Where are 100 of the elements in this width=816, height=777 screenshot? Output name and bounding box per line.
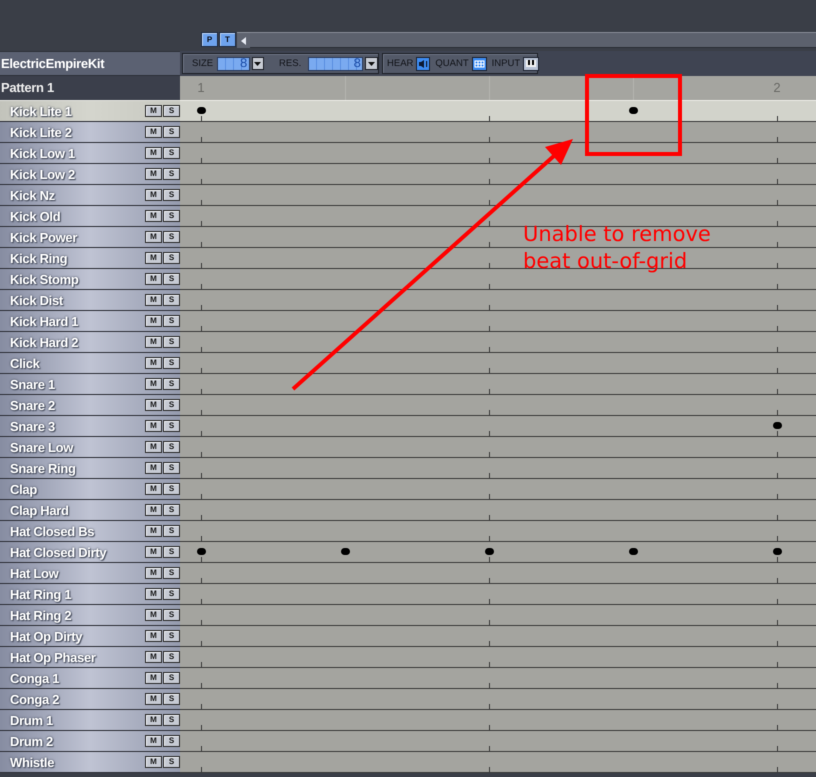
solo-button[interactable]: S bbox=[163, 609, 180, 621]
track-header[interactable]: Snare 1 M S bbox=[0, 374, 180, 395]
track-header[interactable]: Kick Low 2 M S bbox=[0, 164, 180, 185]
track-header[interactable]: Drum 2 M S bbox=[0, 731, 180, 752]
solo-button[interactable]: S bbox=[163, 105, 180, 117]
track-header[interactable]: Hat Ring 2 M S bbox=[0, 605, 180, 626]
mute-button[interactable]: M bbox=[145, 105, 162, 117]
solo-button[interactable]: S bbox=[163, 441, 180, 453]
pattern-row[interactable] bbox=[180, 605, 816, 626]
solo-button[interactable]: S bbox=[163, 294, 180, 306]
mute-button[interactable]: M bbox=[145, 357, 162, 369]
mute-button[interactable]: M bbox=[145, 252, 162, 264]
track-header[interactable]: Kick Lite 1 M S bbox=[0, 101, 180, 122]
track-header[interactable]: Clap M S bbox=[0, 479, 180, 500]
track-header[interactable]: Snare 3 M S bbox=[0, 416, 180, 437]
view-button[interactable]: T bbox=[219, 32, 236, 47]
mute-button[interactable]: M bbox=[145, 273, 162, 285]
track-header[interactable]: Click M S bbox=[0, 353, 180, 374]
solo-button[interactable]: S bbox=[163, 126, 180, 138]
size-dropdown-button[interactable] bbox=[252, 57, 264, 70]
pattern-row[interactable] bbox=[180, 542, 816, 563]
pattern-row[interactable] bbox=[180, 647, 816, 668]
pattern-row[interactable] bbox=[180, 521, 816, 542]
mute-button[interactable]: M bbox=[145, 462, 162, 474]
pattern-row[interactable] bbox=[180, 584, 816, 605]
mute-button[interactable]: M bbox=[145, 378, 162, 390]
pattern-row[interactable] bbox=[180, 332, 816, 353]
track-header[interactable]: Hat Closed Bs M S bbox=[0, 521, 180, 542]
solo-button[interactable]: S bbox=[163, 588, 180, 600]
pattern-row[interactable] bbox=[180, 752, 816, 773]
solo-button[interactable]: S bbox=[163, 378, 180, 390]
pattern-row[interactable] bbox=[180, 500, 816, 521]
track-header[interactable]: Drum 1 M S bbox=[0, 710, 180, 731]
solo-button[interactable]: S bbox=[163, 357, 180, 369]
mute-button[interactable]: M bbox=[145, 315, 162, 327]
solo-button[interactable]: S bbox=[163, 315, 180, 327]
solo-button[interactable]: S bbox=[163, 546, 180, 558]
solo-button[interactable]: S bbox=[163, 504, 180, 516]
solo-button[interactable]: S bbox=[163, 672, 180, 684]
pattern-row[interactable] bbox=[180, 374, 816, 395]
pattern-row[interactable] bbox=[180, 290, 816, 311]
solo-button[interactable]: S bbox=[163, 189, 180, 201]
mute-button[interactable]: M bbox=[145, 735, 162, 747]
track-header[interactable]: Hat Op Phaser M S bbox=[0, 647, 180, 668]
mute-button[interactable]: M bbox=[145, 672, 162, 684]
solo-button[interactable]: S bbox=[163, 756, 180, 768]
solo-button[interactable]: S bbox=[163, 336, 180, 348]
track-header[interactable]: Clap Hard M S bbox=[0, 500, 180, 521]
solo-button[interactable]: S bbox=[163, 273, 180, 285]
mute-button[interactable]: M bbox=[145, 588, 162, 600]
track-header[interactable]: Kick Dist M S bbox=[0, 290, 180, 311]
mute-button[interactable]: M bbox=[145, 126, 162, 138]
solo-button[interactable]: S bbox=[163, 231, 180, 243]
pattern-row[interactable] bbox=[180, 626, 816, 647]
piano-keys-icon[interactable] bbox=[523, 56, 540, 70]
pattern-row[interactable] bbox=[180, 227, 816, 248]
mute-button[interactable]: M bbox=[145, 525, 162, 537]
track-header[interactable]: Kick Nz M S bbox=[0, 185, 180, 206]
pattern-row[interactable] bbox=[180, 101, 816, 122]
pattern-row[interactable] bbox=[180, 311, 816, 332]
pattern-row[interactable] bbox=[180, 143, 816, 164]
solo-button[interactable]: S bbox=[163, 483, 180, 495]
track-header[interactable]: Hat Closed Dirty M S bbox=[0, 542, 180, 563]
solo-button[interactable]: S bbox=[163, 210, 180, 222]
speaker-icon[interactable] bbox=[416, 56, 430, 70]
mute-button[interactable]: M bbox=[145, 399, 162, 411]
solo-button[interactable]: S bbox=[163, 735, 180, 747]
track-header[interactable]: Kick Stomp M S bbox=[0, 269, 180, 290]
mute-button[interactable]: M bbox=[145, 609, 162, 621]
track-header[interactable]: Kick Low 1 M S bbox=[0, 143, 180, 164]
pattern-row[interactable] bbox=[180, 437, 816, 458]
pattern-row[interactable] bbox=[180, 206, 816, 227]
track-header[interactable]: Snare 2 M S bbox=[0, 395, 180, 416]
pattern-row[interactable] bbox=[180, 731, 816, 752]
mute-button[interactable]: M bbox=[145, 420, 162, 432]
track-header[interactable]: Kick Old M S bbox=[0, 206, 180, 227]
solo-button[interactable]: S bbox=[163, 399, 180, 411]
mute-button[interactable]: M bbox=[145, 210, 162, 222]
pattern-row[interactable] bbox=[180, 185, 816, 206]
mute-button[interactable]: M bbox=[145, 567, 162, 579]
track-header[interactable]: Snare Low M S bbox=[0, 437, 180, 458]
pattern-row[interactable] bbox=[180, 563, 816, 584]
track-header[interactable]: Snare Ring M S bbox=[0, 458, 180, 479]
track-header[interactable]: Hat Ring 1 M S bbox=[0, 584, 180, 605]
track-header[interactable]: Kick Hard 2 M S bbox=[0, 332, 180, 353]
pattern-row[interactable] bbox=[180, 416, 816, 437]
pattern-row[interactable] bbox=[180, 458, 816, 479]
resolution-dropdown-button[interactable] bbox=[365, 57, 378, 70]
horizontal-scrollbar[interactable] bbox=[250, 32, 816, 48]
mute-button[interactable]: M bbox=[145, 483, 162, 495]
mute-button[interactable]: M bbox=[145, 546, 162, 558]
solo-button[interactable]: S bbox=[163, 147, 180, 159]
track-header[interactable]: Conga 1 M S bbox=[0, 668, 180, 689]
track-header[interactable]: Hat Low M S bbox=[0, 563, 180, 584]
track-header[interactable]: Kick Hard 1 M S bbox=[0, 311, 180, 332]
solo-button[interactable]: S bbox=[163, 567, 180, 579]
mute-button[interactable]: M bbox=[145, 714, 162, 726]
track-header[interactable]: Kick Power M S bbox=[0, 227, 180, 248]
solo-button[interactable]: S bbox=[163, 630, 180, 642]
grid-icon[interactable] bbox=[472, 56, 487, 70]
